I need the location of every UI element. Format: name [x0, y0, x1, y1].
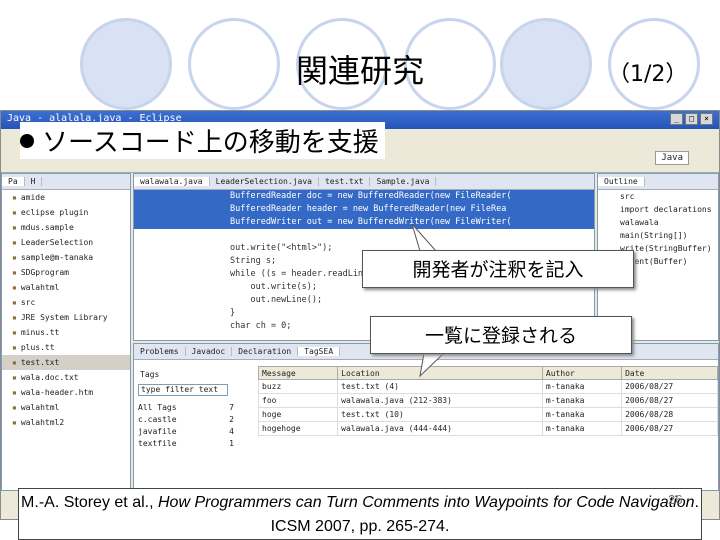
tag-count: 1	[229, 439, 234, 448]
tree-item[interactable]: eclipse plugin	[2, 205, 130, 220]
tab-package-1[interactable]: H	[25, 177, 43, 186]
tab-package-0[interactable]: Pa	[2, 177, 25, 186]
tag-tree-item[interactable]: textfile 1	[138, 438, 238, 450]
table-cell: foo	[257, 393, 339, 408]
editor-tabs: walawala.java LeaderSelection.java test.tx…	[134, 174, 594, 190]
bottom-tab[interactable]: TagSEA	[298, 347, 341, 356]
table-cell: 2006/08/27	[621, 393, 718, 408]
editor-tab[interactable]: test.txt	[319, 177, 371, 186]
editor-tab[interactable]: Sample.java	[370, 177, 437, 186]
tree-item[interactable]: wala-header.htm	[2, 385, 130, 400]
outline-item[interactable]: src	[598, 190, 718, 203]
citation-title: How Programmers can Turn Comments into W…	[157, 494, 695, 511]
package-tree: amideeclipse pluginmdus.sampleLeaderSele…	[2, 190, 130, 430]
page-indicator: （1/2）	[608, 62, 688, 87]
outline-item[interactable]: walawala	[598, 216, 718, 229]
tag-filter-input[interactable]: type filter text	[138, 384, 228, 396]
tree-item[interactable]: test.txt	[2, 355, 130, 370]
bullet-item: ソースコード上の移動を支援	[20, 122, 385, 159]
tag-name: textfile	[138, 439, 177, 448]
column-header[interactable]: Date	[621, 366, 718, 380]
outline-item[interactable]: import declarations	[598, 203, 718, 216]
table-cell: 2006/08/28	[621, 407, 718, 422]
table-cell: hoge	[257, 407, 339, 422]
tab-outline[interactable]: Outline	[598, 177, 645, 186]
tree-item[interactable]: sample@m-tanaka	[2, 250, 130, 265]
tag-name: javafile	[138, 427, 177, 436]
table-row[interactable]: hogehoge walawala.java (444-444) m-tanaka 2…	[257, 421, 718, 436]
package-explorer-tabs: Pa H	[2, 174, 130, 190]
column-header[interactable]: Location	[337, 366, 543, 380]
citation-authors: M.-A. Storey et al.,	[21, 494, 154, 511]
tree-item[interactable]: plus.tt	[2, 340, 130, 355]
minimize-icon[interactable]: _	[670, 113, 683, 125]
tree-item[interactable]: src	[2, 295, 130, 310]
tree-item[interactable]: walahtml2	[2, 415, 130, 430]
table-cell: buzz	[257, 379, 339, 394]
slide-title: 関連研究	[295, 52, 424, 90]
code-line: BufferedReader doc = new BufferedReader(…	[134, 190, 594, 203]
bottom-tab[interactable]: Javadoc	[186, 347, 233, 356]
bullet-dot-icon	[20, 133, 34, 148]
citation: M.-A. Storey et al., How Programmers can…	[18, 488, 702, 540]
tree-item[interactable]: walahtml	[2, 400, 130, 415]
page-number: 26	[668, 492, 683, 507]
decor-circle	[80, 18, 172, 110]
table-cell: 2006/08/27	[621, 379, 718, 394]
package-explorer: PaH amideeclipse pluginmdus.sampleLeader…	[1, 173, 131, 491]
bottom-panel: Problems Javadoc Declaration TagSEA Tags ty…	[133, 343, 719, 491]
bottom-tab[interactable]: Problems	[134, 347, 186, 356]
table-cell: m-tanaka	[541, 421, 623, 436]
tree-item[interactable]: amide	[2, 190, 130, 205]
table-cell: walawala.java (444-444)	[337, 421, 543, 436]
table-row[interactable]: foo walawala.java (212-383) m-tanaka 2006/0…	[257, 393, 718, 408]
callout-listed: 一覧に登録される	[370, 316, 632, 354]
table-cell: m-tanaka	[541, 393, 623, 408]
tree-item[interactable]: minus.tt	[2, 325, 130, 340]
tag-tree-item[interactable]: All Tags 7	[138, 402, 238, 414]
tag-tree-item[interactable]: c.castle 2	[138, 414, 238, 426]
decor-circle	[500, 18, 592, 110]
callout-annotate: 開発者が注釈を記入	[362, 250, 634, 288]
tags-label: Tags	[140, 370, 160, 379]
bottom-tab[interactable]: Declaration	[232, 347, 299, 356]
editor-tab[interactable]: LeaderSelection.java	[210, 177, 319, 186]
editor-tab[interactable]: walawala.java	[134, 177, 210, 186]
perspective-java-button[interactable]: Java	[655, 151, 689, 165]
maximize-icon[interactable]: □	[685, 113, 698, 125]
table-cell: test.txt (4)	[337, 379, 543, 394]
code-line: BufferedWriter out = new BufferedWriter(…	[134, 216, 594, 229]
table-cell: hogehoge	[257, 421, 339, 436]
tree-item[interactable]: walahtml	[2, 280, 130, 295]
table-cell: 2006/08/27	[621, 421, 718, 436]
code-line: BufferedReader header = new BufferedRead…	[134, 203, 594, 216]
waypoint-table: Message Location Author Date buzz test.txt (…	[257, 366, 718, 436]
table-cell: test.txt (10)	[337, 407, 543, 422]
column-header[interactable]: Author	[541, 366, 623, 380]
tag-name: All Tags	[138, 403, 177, 412]
close-icon[interactable]: ×	[700, 113, 713, 125]
tag-tree: All Tags 7 c.castle 2 javafile 4 textfile 1	[138, 402, 238, 450]
tag-count: 2	[229, 415, 234, 424]
table-cell: m-tanaka	[541, 407, 623, 422]
tree-item[interactable]: LeaderSelection	[2, 235, 130, 250]
table-cell: m-tanaka	[541, 379, 623, 394]
code-line: out.newLine();	[230, 295, 323, 305]
tag-name: c.castle	[138, 415, 177, 424]
tree-item[interactable]: SDGprogram	[2, 265, 130, 280]
tree-item[interactable]: mdus.sample	[2, 220, 130, 235]
column-header[interactable]: Message	[257, 366, 339, 380]
tree-item[interactable]: JRE System Library	[2, 310, 130, 325]
tree-item[interactable]: wala.doc.txt	[2, 370, 130, 385]
outline-item[interactable]: main(String[])	[598, 229, 718, 242]
tag-tree-item[interactable]: javafile 4	[138, 426, 238, 438]
table-cell: walawala.java (212-383)	[337, 393, 543, 408]
tag-count: 7	[229, 403, 234, 412]
eclipse-window: Java - alalala.java - Eclipse _ □ × Java P…	[0, 110, 720, 520]
table-row[interactable]: buzz test.txt (4) m-tanaka 2006/08/27	[257, 379, 718, 394]
tag-count: 4	[229, 427, 234, 436]
table-row[interactable]: hoge test.txt (10) m-tanaka 2006/08/28	[257, 407, 718, 422]
bullet-text: ソースコード上の移動を支援	[42, 128, 379, 158]
